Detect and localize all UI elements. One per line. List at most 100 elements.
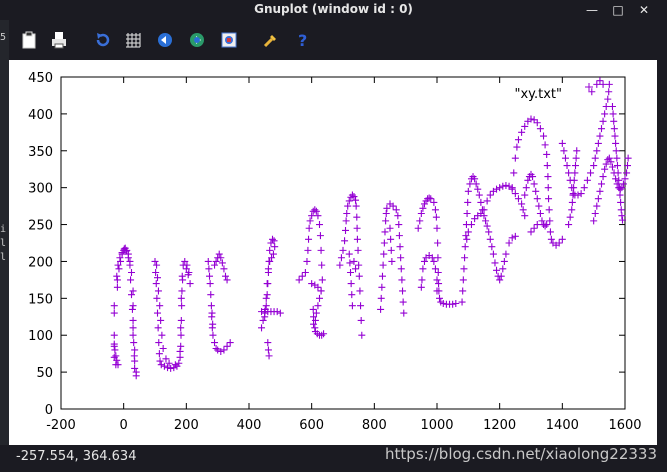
data-point (113, 276, 121, 284)
data-point (467, 221, 475, 229)
data-point (377, 294, 385, 302)
help-icon[interactable]: ? (293, 30, 313, 50)
data-point (417, 209, 425, 217)
data-point (572, 154, 580, 162)
data-point (383, 204, 391, 212)
data-point (132, 372, 140, 380)
data-point (380, 250, 388, 258)
data-point (535, 202, 543, 210)
data-point (352, 202, 360, 210)
data-point (558, 139, 566, 147)
data-point (530, 224, 538, 232)
minimize-button[interactable]: — (583, 1, 601, 19)
data-point (111, 346, 119, 354)
data-point (295, 276, 303, 284)
x-tick-label: 1000 (420, 418, 453, 433)
data-point (513, 143, 521, 151)
data-point (530, 180, 538, 188)
plot-area[interactable]: -200 0 200 400 600 800 1000 1200 1400 1600 0 50 100 1… (9, 60, 657, 445)
autoscale-icon[interactable] (219, 30, 239, 50)
data-point (621, 175, 629, 183)
data-point (308, 212, 316, 220)
data-point (159, 345, 167, 353)
data-point (593, 147, 601, 155)
data-point (129, 287, 137, 295)
background-terminal-edge: [ 5 i l l (0, 0, 9, 472)
grid-icon[interactable] (123, 30, 143, 50)
data-point (460, 265, 468, 273)
window-titlebar[interactable]: Gnuplot (window id : 0) — □ ✕ (0, 0, 667, 20)
print-icon[interactable] (49, 30, 69, 50)
data-point (508, 234, 516, 242)
data-point (318, 261, 326, 269)
data-point (417, 283, 425, 291)
data-point (431, 206, 439, 214)
clipboard-icon[interactable] (19, 30, 39, 50)
data-point (306, 217, 314, 225)
data-point (604, 95, 612, 103)
data-point (339, 246, 347, 254)
data-point (464, 198, 472, 206)
data-point (519, 206, 527, 214)
data-point (126, 261, 134, 269)
y-tick-label: 50 (36, 366, 53, 381)
data-point (568, 198, 576, 206)
data-point (337, 254, 345, 262)
maximize-button[interactable]: □ (609, 1, 627, 19)
data-point (472, 180, 480, 188)
data-point (211, 339, 219, 347)
data-point (511, 190, 519, 198)
data-point (207, 291, 215, 299)
data-point (521, 122, 529, 130)
zoom-next-icon[interactable] (187, 30, 207, 50)
data-point (344, 202, 352, 210)
data-point (310, 320, 318, 328)
data-point (350, 257, 358, 265)
data-point (598, 180, 605, 188)
data-point (543, 221, 551, 229)
data-point (206, 272, 214, 280)
data-point (342, 226, 350, 234)
y-tick-label: 200 (28, 255, 53, 270)
data-point (616, 191, 624, 199)
data-point (336, 261, 344, 269)
data-point (309, 305, 317, 313)
data-point (346, 259, 354, 267)
data-point (602, 103, 610, 111)
data-point (561, 154, 569, 162)
data-point (358, 331, 366, 339)
data-point (128, 269, 135, 277)
data-point (266, 257, 274, 265)
data-point (177, 342, 185, 350)
close-button[interactable]: ✕ (635, 1, 653, 19)
data-point (156, 357, 164, 365)
data-point (497, 272, 505, 280)
data-point (612, 147, 620, 155)
data-point (570, 184, 578, 192)
data-point (475, 191, 483, 199)
data-point (397, 265, 405, 273)
data-point (511, 232, 519, 240)
data-point (305, 235, 313, 243)
data-point (594, 195, 602, 203)
data-point (273, 308, 281, 316)
data-point (565, 221, 573, 229)
data-point (400, 309, 408, 317)
data-point (508, 184, 516, 192)
zoom-previous-icon[interactable] (155, 30, 175, 50)
replot-icon[interactable] (93, 30, 113, 50)
options-icon[interactable] (261, 30, 281, 50)
x-tick-label: -200 (46, 418, 76, 433)
data-point (580, 184, 588, 192)
data-point (514, 195, 522, 203)
window-title: Gnuplot (window id : 0) (254, 2, 413, 16)
data-point (271, 243, 279, 251)
data-point (303, 257, 311, 265)
data-point (314, 212, 322, 220)
data-point (348, 302, 356, 310)
data-point (264, 265, 272, 273)
data-point (477, 198, 485, 206)
data-point (419, 265, 427, 273)
data-point (381, 228, 389, 236)
data-point (155, 339, 163, 347)
